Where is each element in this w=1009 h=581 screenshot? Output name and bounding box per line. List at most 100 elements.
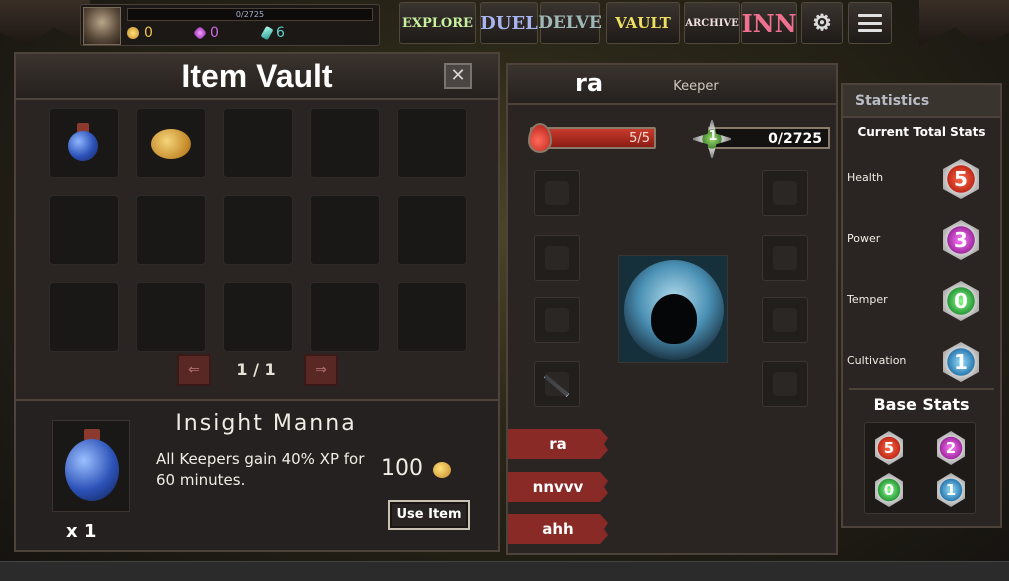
gem-amount: 0 [210, 25, 219, 41]
gold-coin-icon [127, 27, 139, 39]
vault-pager: ⇐ 1 / 1 ⇒ [16, 354, 498, 388]
equip-slot-hands[interactable] [534, 297, 580, 343]
vault-slot[interactable] [310, 282, 380, 352]
stat-row-health: Health 5 [847, 157, 997, 201]
keeper-level: 1 [708, 129, 718, 144]
stat-row-temper: Temper 0 [847, 279, 997, 323]
statistics-title: Statistics [843, 85, 1000, 118]
item-price: 100 [381, 456, 423, 481]
base-stats-title: Base Stats [873, 395, 970, 414]
settings-button[interactable]: ⚙ [801, 2, 843, 44]
vault-slot[interactable] [223, 108, 293, 178]
keeper-name: ra [574, 69, 604, 97]
vault-slot[interactable] [223, 282, 293, 352]
gold-amount: 0 [144, 25, 153, 41]
statistics-panel: Statistics Current Total Stats Health 5 … [841, 83, 1002, 528]
equip-slot-offhand[interactable] [762, 361, 808, 407]
base-cultivation-gem-icon: 1 [937, 473, 965, 507]
stat-label: Power [847, 232, 881, 245]
sword-icon [543, 374, 570, 397]
vault-slot[interactable] [136, 282, 206, 352]
pink-gem-icon [192, 25, 208, 41]
equip-slot-legs[interactable] [762, 235, 808, 281]
page-indicator: 1 / 1 [236, 360, 276, 379]
base-stats-box: 5 2 0 1 [864, 422, 976, 514]
close-button[interactable]: ✕ [444, 63, 472, 89]
current-stats-title: Current Total Stats [857, 125, 986, 139]
gold-coin-icon [433, 462, 451, 478]
equip-slot-ring[interactable] [762, 170, 808, 216]
gold-coin-icon [151, 129, 191, 159]
equip-slot-weapon[interactable] [534, 361, 580, 407]
stat-row-power: Power 3 [847, 218, 997, 262]
item-name: Insight Manna [175, 411, 357, 436]
equip-slot-head[interactable] [534, 170, 580, 216]
keeper-class: Keeper [673, 79, 719, 94]
right-wing-ornament [919, 0, 1009, 46]
item-detail: x 1 Insight Manna All Keepers gain 40% X… [16, 399, 498, 550]
health-text: 5/5 [629, 131, 650, 146]
vault-slot[interactable] [49, 282, 119, 352]
menu-button[interactable] [848, 2, 892, 44]
potion-icon [66, 123, 100, 163]
vault-slot[interactable] [397, 282, 467, 352]
stat-label: Cultivation [847, 354, 907, 367]
vault-slot[interactable] [397, 195, 467, 265]
prev-page-button[interactable]: ⇐ [177, 354, 211, 386]
vault-slot[interactable] [310, 195, 380, 265]
vault-slot-grid [49, 108, 469, 352]
cultivation-gem-icon: 1 [943, 342, 979, 382]
equip-slot-feet[interactable] [762, 297, 808, 343]
vault-title: Item Vault [181, 58, 333, 94]
vault-slot[interactable] [223, 195, 293, 265]
item-description: All Keepers gain 40% XP for 60 minutes. [156, 450, 365, 489]
vault-slot[interactable] [397, 108, 467, 178]
nav-inn-button[interactable]: INN [741, 2, 797, 44]
bottom-bar [0, 561, 1009, 581]
nav-vault-button[interactable]: VAULT [606, 2, 680, 44]
player-xp-bar: 0/2725 [127, 8, 373, 21]
nav-explore-button[interactable]: EXPLORE [399, 2, 476, 44]
player-panel: 0/2725 0 0 6 [80, 4, 380, 46]
vault-slot[interactable] [136, 195, 206, 265]
health-drop-icon [528, 123, 552, 153]
vault-slot[interactable] [49, 195, 119, 265]
next-page-button[interactable]: ⇒ [304, 354, 338, 386]
health-gem-icon: 5 [943, 159, 979, 199]
roster-tag-1[interactable]: ra [508, 429, 608, 459]
equip-slot-neck[interactable] [534, 235, 580, 281]
use-item-button[interactable]: Use Item [388, 500, 470, 530]
vault-slot[interactable] [136, 108, 206, 178]
stat-row-cultivation: Cultivation 1 [847, 340, 997, 384]
gem-currency: 0 [192, 24, 219, 42]
keeper-header: ra Keeper [508, 65, 836, 105]
player-avatar[interactable] [83, 7, 121, 45]
item-quantity: x 1 [66, 521, 97, 542]
temper-gem-icon: 0 [943, 281, 979, 321]
item-vault-panel: Item Vault ✕ ⇐ 1 / 1 ⇒ x 1 Insight Manna… [14, 52, 500, 552]
keeper-xp-text: 0/2725 [768, 131, 822, 147]
roster-tag-2[interactable]: nnvvv [508, 472, 608, 502]
crystal-icon [260, 25, 274, 41]
power-gem-icon: 3 [943, 220, 979, 260]
roster-tag-3[interactable]: ahh [508, 514, 608, 544]
stat-label: Health [847, 171, 884, 184]
keeper-portrait [618, 255, 728, 363]
gear-icon: ⚙ [812, 10, 832, 36]
left-wing-ornament [0, 0, 90, 46]
nav-delve-button[interactable]: DELVE [538, 2, 602, 44]
base-temper-gem-icon: 0 [875, 473, 903, 507]
base-power-gem-icon: 2 [937, 431, 965, 465]
vault-header: Item Vault ✕ [16, 54, 498, 100]
player-xp-text: 0/2725 [235, 10, 265, 19]
nav-duel-button[interactable]: DUEL [480, 2, 538, 44]
top-bar: 0/2725 0 0 6 EXPLORE DUEL DELVE VAULT AR… [0, 0, 1009, 46]
keeper-panel: ra Keeper 5/5 0/2725 1 ra nnvvv ahh [506, 63, 838, 555]
vault-slot[interactable] [310, 108, 380, 178]
hamburger-icon [858, 14, 882, 32]
nav-archive-button[interactable]: ARCHIVE [684, 2, 740, 44]
base-health-gem-icon: 5 [875, 431, 903, 465]
selected-item-potion-icon [52, 420, 130, 512]
crystal-amount: 6 [276, 25, 285, 41]
vault-slot[interactable] [49, 108, 119, 178]
